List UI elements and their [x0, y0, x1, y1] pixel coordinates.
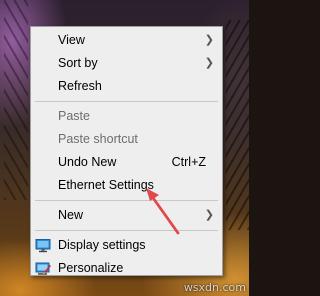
keyboard-shortcut: Ctrl+Z	[171, 155, 206, 169]
menu-item-sort-by[interactable]: Sort by ❯	[31, 52, 222, 75]
menu-item-label: Ethernet Settings	[58, 178, 154, 192]
menu-item-label: Sort by	[58, 56, 98, 70]
display-icon	[35, 239, 51, 253]
menu-item-view[interactable]: View ❯	[31, 29, 222, 52]
chevron-right-icon: ❯	[204, 209, 214, 221]
menu-item-paste-shortcut: Paste shortcut	[31, 128, 222, 151]
desktop-context-menu: View ❯ Sort by ❯ Refresh Paste Paste sho…	[30, 26, 223, 276]
wallpaper-tower-left	[4, 0, 28, 200]
menu-item-undo-new[interactable]: Undo New Ctrl+Z	[31, 151, 222, 174]
personalize-icon	[35, 262, 51, 275]
menu-item-refresh[interactable]: Refresh	[31, 75, 222, 98]
menu-item-label: New	[58, 208, 84, 222]
menu-item-ethernet-settings[interactable]: Ethernet Settings	[31, 174, 222, 197]
menu-item-label: Personalize	[58, 261, 124, 275]
menu-item-label: Paste	[58, 109, 90, 123]
menu-item-label: Display settings	[58, 238, 146, 252]
menu-item-new[interactable]: New ❯	[31, 204, 222, 227]
menu-separator	[35, 230, 218, 231]
menu-item-personalize[interactable]: Personalize	[31, 257, 222, 280]
menu-item-label: View	[58, 33, 85, 47]
menu-item-label: Undo New	[58, 155, 117, 169]
menu-item-label: Paste shortcut	[58, 132, 138, 146]
menu-item-paste: Paste	[31, 105, 222, 128]
menu-item-label: Refresh	[58, 79, 102, 93]
watermark: wsxdn.com	[183, 281, 246, 294]
wallpaper-tower-right	[226, 20, 249, 230]
menu-separator	[35, 101, 218, 102]
chevron-right-icon: ❯	[204, 57, 214, 69]
menu-item-display-settings[interactable]: Display settings	[31, 234, 222, 257]
menu-separator	[35, 200, 218, 201]
chevron-right-icon: ❯	[204, 34, 214, 46]
